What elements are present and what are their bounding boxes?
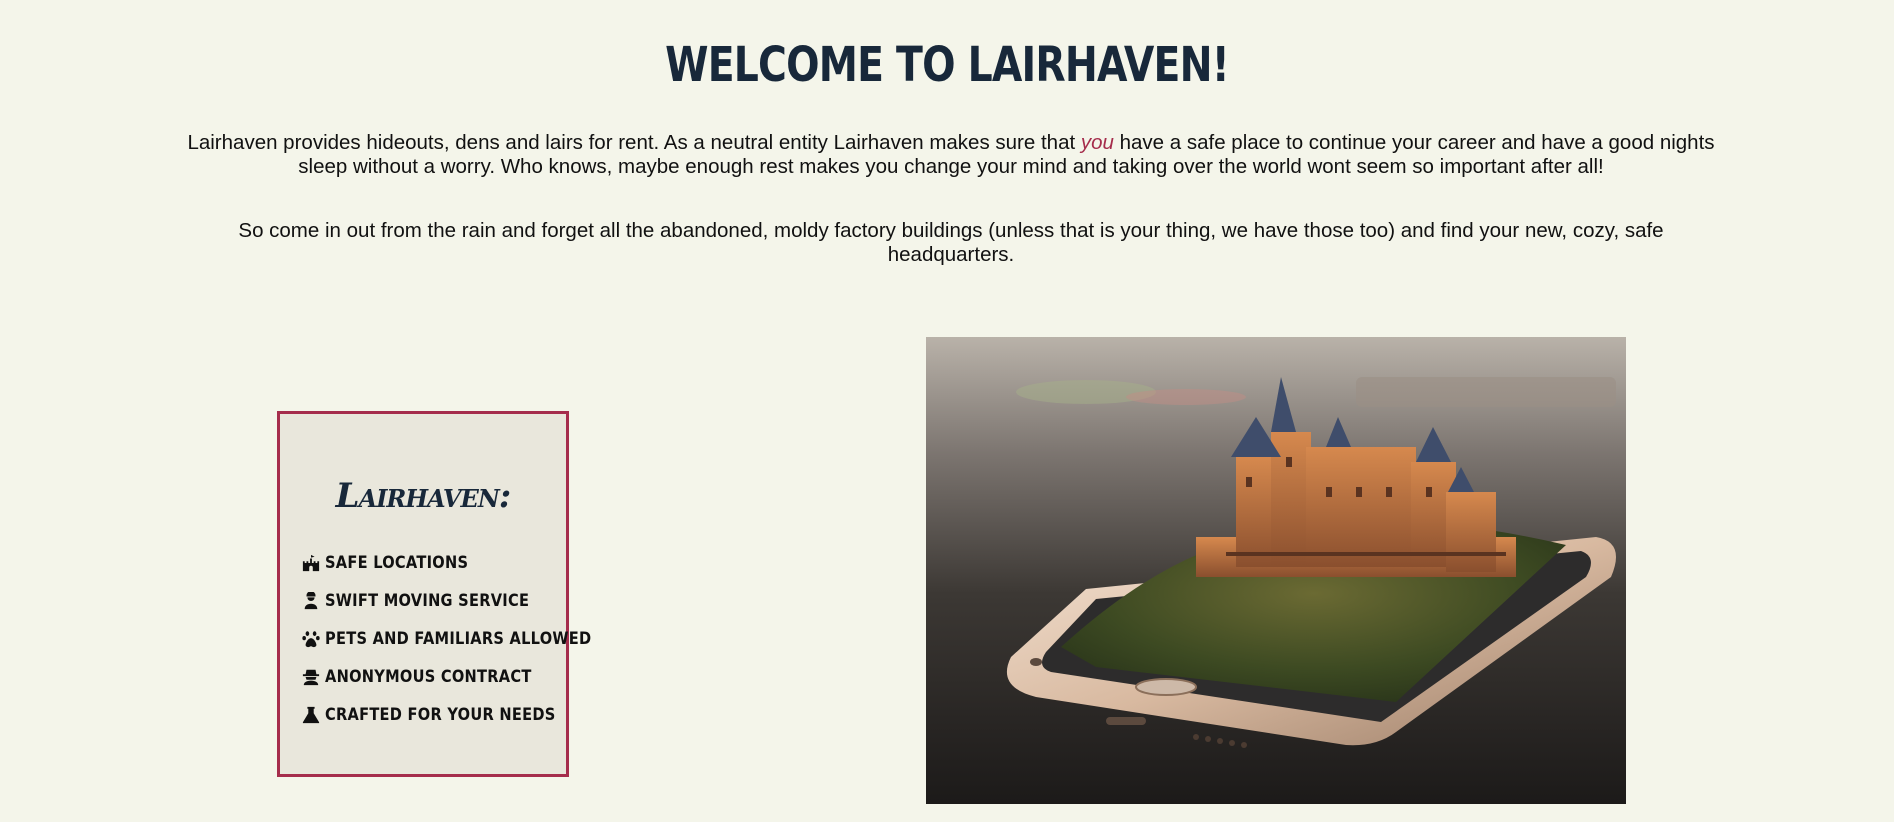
feature-label: Anonymous contract — [325, 667, 532, 687]
feature-item-crafted: Crafted for your needs — [301, 696, 635, 734]
feature-item-anonymous: Anonymous contract — [301, 658, 635, 696]
feature-item-moving-service: Swift moving service — [301, 582, 635, 620]
features-card: Lairhaven: Safe locations Swift moving s… — [277, 411, 591, 777]
intro-paragraph-2: So come in out from the rain and forget … — [238, 219, 1664, 266]
flask-icon — [301, 704, 321, 726]
card-title: Lairhaven: — [335, 476, 512, 516]
paw-icon — [301, 628, 321, 650]
features-list: Safe locations Swift moving service Pets… — [301, 544, 635, 734]
incognito-icon — [301, 666, 321, 688]
feature-label: Safe locations — [325, 553, 469, 573]
intro-emphasis: you — [1080, 131, 1114, 154]
castle-on-smartphone-image — [926, 337, 1626, 804]
feature-item-pets: Pets and familiars allowed — [301, 620, 635, 658]
feature-label: Crafted for your needs — [325, 705, 556, 725]
page-title: WELCOME TO LAIRHAVEN! — [665, 37, 1230, 93]
intro-paragraph-1: Lairhaven provides hideouts, dens and la… — [180, 131, 1722, 179]
feature-label: Pets and familiars allowed — [325, 629, 592, 649]
intro-text-start: Lairhaven provides hideouts, dens and la… — [187, 131, 1081, 154]
feature-item-safe-locations: Safe locations — [301, 544, 635, 582]
castle-icon — [301, 552, 321, 574]
feature-label: Swift moving service — [325, 591, 530, 611]
mover-icon — [301, 590, 321, 612]
